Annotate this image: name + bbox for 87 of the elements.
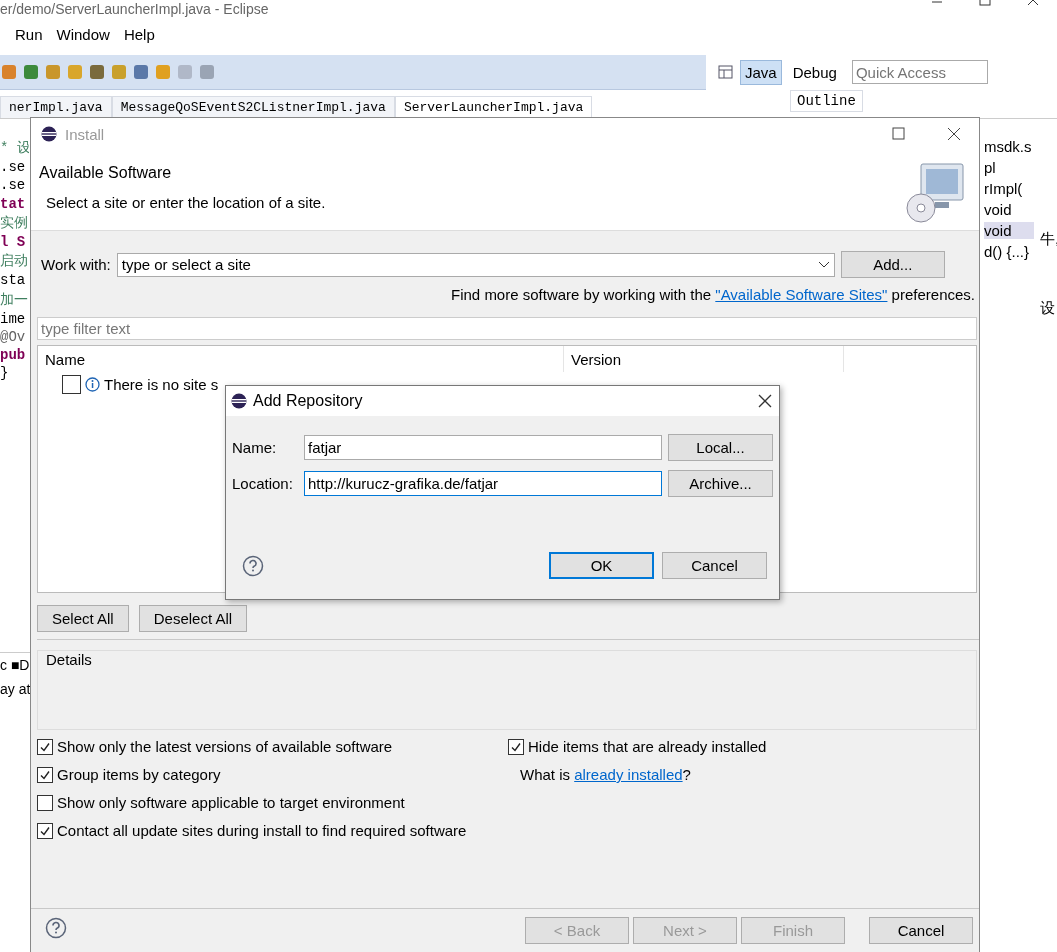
open-perspective-icon[interactable] bbox=[718, 64, 734, 80]
checkbox-label: Group items by category bbox=[57, 766, 221, 783]
window-title: er/demo/ServerLauncherImpl.java - Eclipse bbox=[0, 1, 269, 17]
eclipse-icon bbox=[231, 393, 247, 409]
toolbar-icon[interactable] bbox=[156, 64, 170, 79]
editor-tab[interactable]: ServerLauncherImpl.java bbox=[394, 96, 593, 118]
dropdown-icon bbox=[817, 260, 830, 269]
filter-field[interactable]: type filter text bbox=[37, 317, 977, 340]
code-line: ime bbox=[0, 310, 27, 327]
help-icon[interactable] bbox=[242, 554, 264, 577]
menu-item[interactable]: Run bbox=[15, 26, 43, 44]
browse-button[interactable]: Local... bbox=[668, 434, 773, 461]
text-field[interactable]: fatjar bbox=[304, 435, 662, 460]
outline-item[interactable]: msdk.s bbox=[984, 138, 1034, 155]
code-line: } bbox=[0, 365, 10, 382]
editor-tab[interactable]: MessageQoSEventS2CListnerImpl.java bbox=[111, 96, 395, 118]
toolbar-icon[interactable] bbox=[46, 64, 60, 79]
dialog-title: Add Repository bbox=[253, 392, 363, 410]
code-line: .se bbox=[0, 177, 27, 194]
checkbox[interactable] bbox=[508, 738, 524, 755]
outline-item[interactable]: void bbox=[984, 201, 1034, 218]
code-line: .se bbox=[0, 159, 27, 176]
page-heading: Available Software bbox=[39, 164, 173, 182]
toolbar-icon[interactable] bbox=[112, 64, 126, 79]
checkbox[interactable] bbox=[37, 766, 53, 783]
code-line: 实例 bbox=[0, 213, 29, 232]
checkbox-label: Contact all update sites during install to find required software bbox=[57, 822, 467, 839]
help-icon[interactable] bbox=[45, 917, 67, 939]
outline-item[interactable]: void bbox=[984, 222, 1034, 239]
checkbox[interactable] bbox=[37, 822, 53, 839]
selection-button[interactable]: Deselect All bbox=[138, 605, 248, 632]
column-header[interactable]: Name bbox=[38, 346, 564, 372]
dialog-button[interactable]: Cancel bbox=[662, 552, 767, 579]
code-line: pub bbox=[0, 347, 27, 364]
work-with-combo[interactable]: type or select a site bbox=[116, 252, 835, 277]
eclipse-icon bbox=[41, 126, 57, 142]
page-description: Select a site or enter the location of a site. bbox=[45, 194, 326, 211]
field-label: Work with: bbox=[41, 256, 111, 273]
quick-access-field[interactable]: Quick Access bbox=[851, 60, 988, 84]
code-line: sta bbox=[0, 272, 27, 289]
code-text: 设 bbox=[1040, 299, 1056, 318]
browse-button[interactable]: Archive... bbox=[668, 470, 773, 497]
console-text: ay at bbox=[0, 681, 32, 697]
checkbox-label: Hide items that are already installed bbox=[528, 738, 767, 755]
code-text: 牛, bbox=[1040, 230, 1057, 249]
column-header[interactable]: Version bbox=[564, 346, 844, 372]
text-field[interactable]: http://kurucz-grafika.de/fatjar bbox=[304, 471, 662, 496]
field-label: Location: bbox=[232, 475, 294, 492]
toolbar-icon[interactable] bbox=[90, 64, 104, 79]
dialog-title: Install bbox=[65, 125, 105, 143]
toolbar-icon[interactable] bbox=[200, 64, 214, 79]
already-installed-link[interactable]: already installed bbox=[574, 766, 683, 783]
code-line: tat bbox=[0, 195, 27, 212]
console-text: c ■D bbox=[0, 657, 31, 673]
wizard-button[interactable]: Cancel bbox=[869, 917, 973, 944]
code-line: 启动 bbox=[0, 252, 29, 271]
details-label: Details bbox=[46, 651, 92, 668]
info-icon bbox=[85, 376, 100, 392]
perspective-button[interactable]: Debug bbox=[787, 59, 842, 85]
checkbox[interactable] bbox=[62, 374, 81, 394]
checkbox[interactable] bbox=[37, 738, 53, 755]
available-software-sites-link[interactable]: "Available Software Sites" bbox=[715, 286, 888, 303]
installed-hint-text: What is already installed? bbox=[519, 766, 692, 783]
selection-button[interactable]: Select All bbox=[37, 605, 129, 632]
editor-tab[interactable]: nerImpl.java bbox=[0, 96, 112, 118]
code-line: @Ov bbox=[0, 328, 27, 345]
toolbar-icon[interactable] bbox=[24, 64, 38, 79]
menu-item[interactable]: Help bbox=[123, 26, 155, 44]
add-button[interactable]: Add... bbox=[840, 251, 945, 278]
code-line: l S bbox=[0, 233, 27, 250]
outline-tab[interactable]: Outline bbox=[790, 90, 863, 112]
field-label: Name: bbox=[232, 439, 278, 456]
checkbox-label: Show only software applicable to target environment bbox=[57, 794, 405, 811]
toolbar-icon[interactable] bbox=[134, 64, 148, 79]
table-cell: There is no site s bbox=[104, 375, 219, 393]
outline-item[interactable]: rImpl( bbox=[984, 180, 1034, 197]
checkbox-label: Show only the latest versions of available software bbox=[57, 738, 393, 755]
perspective-button[interactable]: Java bbox=[740, 59, 782, 85]
monitor-disc-icon bbox=[905, 162, 967, 224]
menu-item[interactable]: Window bbox=[56, 26, 110, 44]
code-line: 加一 bbox=[0, 290, 29, 309]
dialog-button[interactable]: OK bbox=[549, 552, 654, 579]
find-more-text: Find more software by working with the "Available Software Sites" preferences. bbox=[451, 286, 975, 303]
toolbar-icon[interactable] bbox=[2, 64, 16, 79]
outline-item[interactable]: pl bbox=[984, 159, 1034, 176]
outline-item[interactable]: d() {...} bbox=[984, 243, 1034, 260]
checkbox[interactable] bbox=[37, 794, 53, 811]
